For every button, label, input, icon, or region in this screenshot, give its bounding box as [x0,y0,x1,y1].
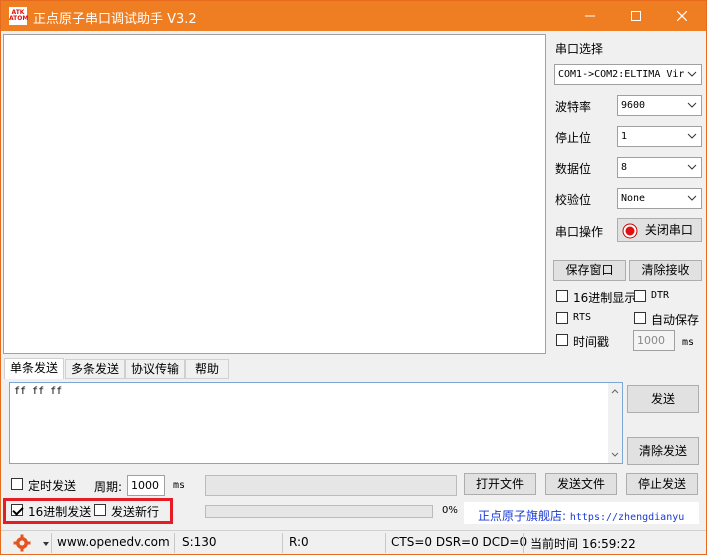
baud-label: 波特率 [555,100,592,114]
progress-percent: 0% [442,505,458,516]
baud-select[interactable]: 9600 [617,95,702,116]
tab-single-send[interactable]: 单条发送 [4,358,64,379]
timestamp-input[interactable]: 1000 [633,330,675,351]
close-icon [676,10,688,22]
rts-checkbox[interactable] [556,312,568,324]
dtr-checkbox[interactable] [634,290,646,302]
maximize-button[interactable] [613,1,659,31]
tab-protocol[interactable]: 协议传输 [125,359,185,379]
stop-label: 停止位 [555,131,592,145]
gear-icon[interactable] [13,534,31,552]
status-time: 当前时间 16:59:22 [530,537,636,551]
close-button[interactable] [659,1,705,31]
tab-multi-send[interactable]: 多条发送 [65,359,125,379]
op-label: 串口操作 [555,225,604,239]
auto-save-label: 自动保存 [651,313,700,327]
shop-url: https://zhengdianyu [569,512,685,523]
send-progress-bar [205,505,433,518]
send-text: ff ff ff [14,386,63,397]
stop-send-button[interactable]: 停止发送 [626,473,698,495]
rts-label: RTS [573,312,592,323]
timestamp-label: 时间戳 [573,335,610,349]
period-input[interactable]: 1000 [127,475,165,496]
status-divider [51,533,52,553]
tab-help[interactable]: 帮助 [185,359,229,379]
timed-send-label: 定时发送 [28,479,77,493]
send-file-button[interactable]: 发送文件 [545,473,617,495]
chevron-down-icon [687,71,697,77]
scroll-up-icon [611,389,619,394]
port-label: 串口选择 [555,42,604,56]
clear-receive-button[interactable]: 清除接收 [629,260,702,281]
data-select[interactable]: 8 [617,157,702,178]
save-window-button[interactable]: 保存窗口 [553,260,626,281]
receive-area[interactable] [3,34,546,354]
status-divider [282,533,283,553]
close-port-button[interactable]: 关闭串口 [617,218,702,242]
send-textarea[interactable]: ff ff ff [9,382,623,464]
status-received-count: R:0 [289,535,309,549]
period-unit: ms [173,480,186,491]
app-window: ATK ATOM 正点原子串口调试助手 V3.2 串口选择 COM1->COM2:… [0,0,707,555]
timed-send-checkbox[interactable] [11,478,23,490]
status-url[interactable]: www.openedv.com [57,535,170,549]
minimize-button[interactable] [567,1,613,31]
timestamp-checkbox[interactable] [556,334,568,346]
auto-save-checkbox[interactable] [634,312,646,324]
maximize-icon [631,11,641,21]
status-divider [385,533,386,553]
parity-label: 校验位 [555,193,592,207]
caret-down-icon[interactable] [42,540,50,548]
status-divider [523,533,524,553]
data-value: 8 [621,162,628,173]
open-file-button[interactable]: 打开文件 [464,473,536,495]
app-logo: ATK ATOM [9,7,28,25]
record-icon [622,223,638,238]
hex-display-checkbox[interactable] [556,290,568,302]
minimize-icon [585,15,595,17]
parity-value: None [621,193,646,204]
data-label: 数据位 [555,162,592,176]
file-path-field [205,475,457,496]
highlight-box [3,498,173,524]
chevron-down-icon [687,133,697,139]
period-label: 周期: [94,480,123,494]
dtr-label: DTR [651,290,670,301]
scroll-down-icon [611,452,619,457]
chevron-down-icon [687,164,697,170]
window-title: 正点原子串口调试助手 V3.2 [33,12,197,27]
baud-value: 9600 [621,100,646,111]
status-sent-count: S:130 [182,535,217,549]
chevron-down-icon [687,102,697,108]
status-divider [174,533,175,553]
port-select[interactable]: COM1->COM2:ELTIMA Vir [554,64,702,85]
send-button[interactable]: 发送 [627,385,699,413]
clear-send-button[interactable]: 清除发送 [627,437,699,465]
stop-value: 1 [621,131,628,142]
status-lines: CTS=0 DSR=0 DCD=0 [391,535,528,549]
shop-link[interactable]: 正点原子旗舰店: https://zhengdianyu [464,502,699,524]
status-bar: www.openedv.com S:130 R:0 CTS=0 DSR=0 DC… [1,530,706,554]
send-scrollbar[interactable] [608,383,622,463]
shop-label: 正点原子旗舰店: [478,509,567,523]
close-port-label: 关闭串口 [644,223,693,237]
titlebar: ATK ATOM 正点原子串口调试助手 V3.2 [1,1,706,31]
port-value: COM1->COM2:ELTIMA Vir [558,69,685,80]
hex-display-label: 16进制显示 [573,291,637,305]
stop-select[interactable]: 1 [617,126,702,147]
parity-select[interactable]: None [617,188,702,209]
timestamp-unit: ms [682,337,695,348]
chevron-down-icon [687,195,697,201]
